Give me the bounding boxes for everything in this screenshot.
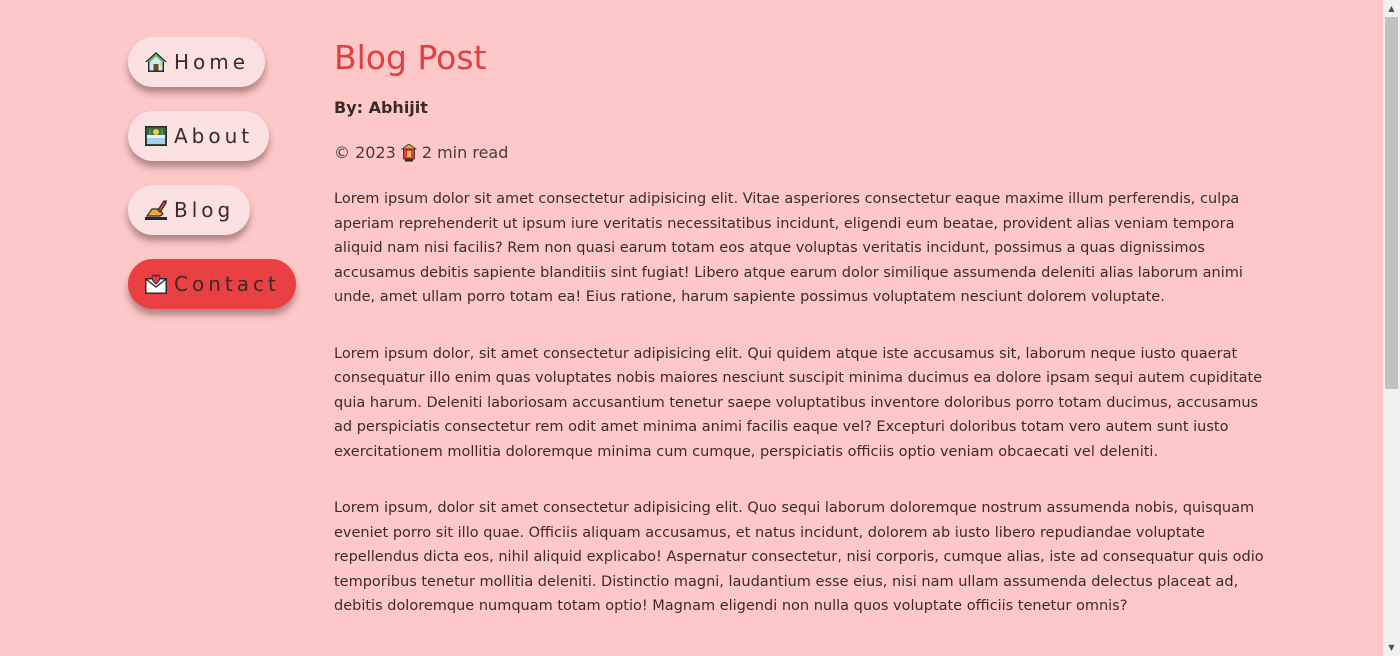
post-paragraph: Lorem ipsum dolor sit amet consectetur a… [334, 191, 1243, 305]
vertical-scrollbar[interactable]: ▲ ▼ [1383, 0, 1400, 656]
post-paragraph: Lorem ipsum dolor, sit amet consectetur … [334, 345, 1263, 460]
nav-blog-button[interactable]: Blog [128, 185, 251, 235]
writing-hand-icon [144, 198, 168, 222]
post-read-time: 2 min read [421, 143, 509, 162]
page-title: Blog Post [334, 38, 487, 77]
sidebar-nav: Home About Blog Contact [128, 37, 296, 309]
nav-home-button[interactable]: Home [128, 37, 266, 87]
nav-contact-button[interactable]: Contact [128, 259, 296, 309]
post-author: By: Abhijit [334, 98, 428, 117]
scroll-up-arrow-icon[interactable]: ▲ [1383, 0, 1400, 17]
post-copyright: © 2023 [334, 143, 396, 162]
nav-home-label: Home [174, 50, 250, 74]
picture-icon [144, 124, 168, 148]
scrollbar-thumb[interactable] [1385, 17, 1398, 389]
post-meta: © 2023 2 min read [334, 143, 1266, 163]
nav-blog-label: Blog [174, 198, 235, 222]
lantern-icon [400, 143, 418, 162]
nav-about-button[interactable]: About [128, 111, 270, 161]
house-icon [144, 50, 168, 74]
nav-about-label: About [174, 124, 254, 148]
blog-post: Blog Post By: Abhijit © 2023 2 min read … [334, 38, 1266, 619]
post-paragraph: Lorem ipsum, dolor sit amet consectetur … [334, 500, 1264, 614]
scroll-down-arrow-icon[interactable]: ▼ [1383, 639, 1400, 656]
love-letter-icon [144, 272, 168, 296]
nav-contact-label: Contact [174, 272, 280, 296]
